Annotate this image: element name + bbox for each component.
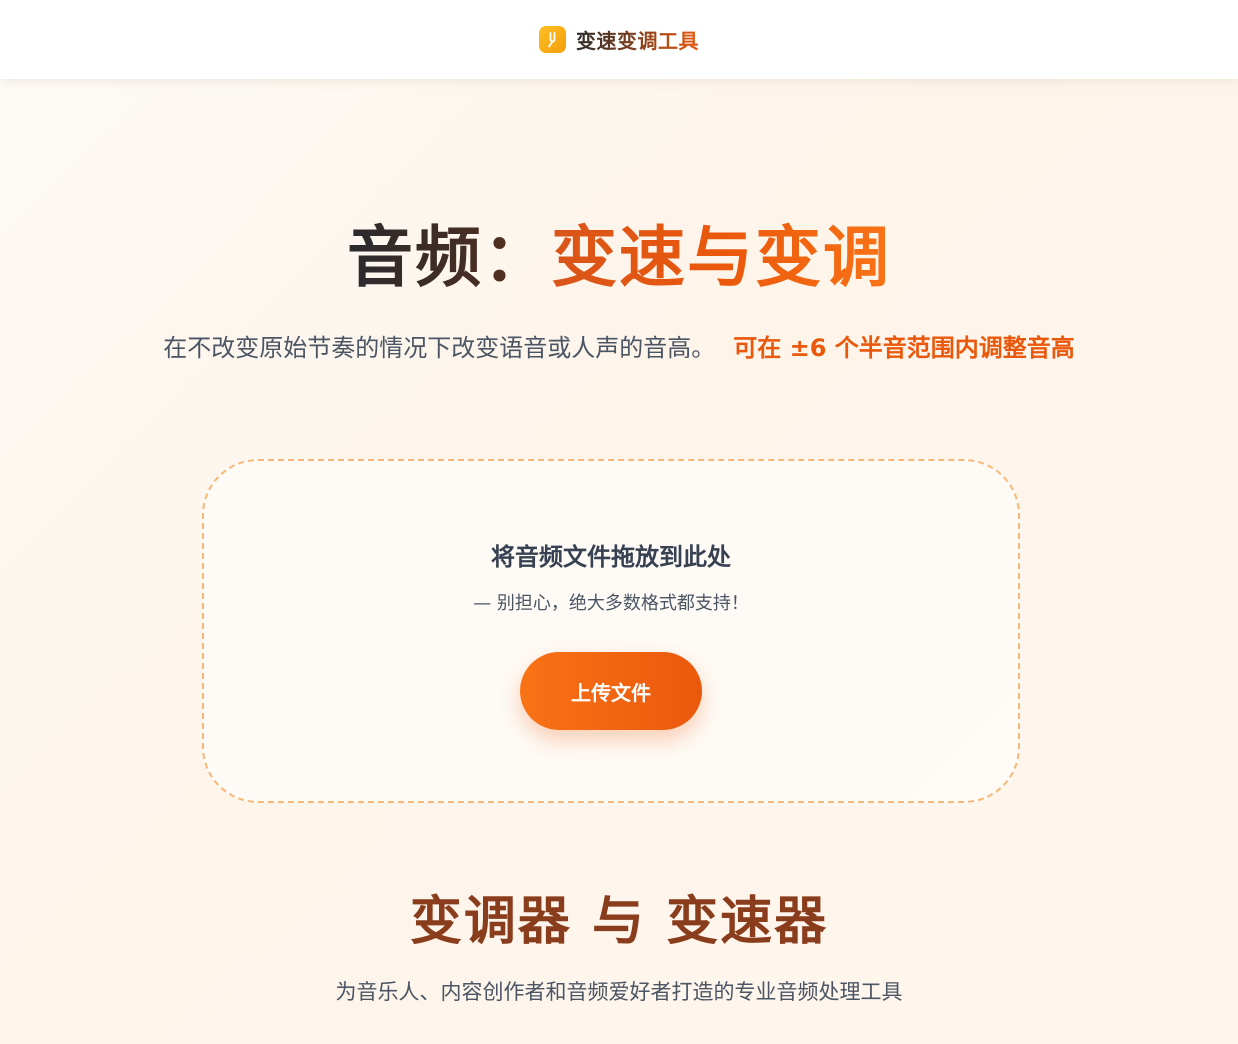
tuning-fork-icon: [539, 26, 566, 53]
hero-highlight: 可在 ±6 个半音范围内调整音高: [733, 334, 1075, 362]
dropzone-subtitle: — 别担心，绝大多数格式都支持！: [473, 593, 749, 614]
hero-subtitle: 在不改变原始节奏的情况下改变语音或人声的音高。 可在 ±6 个半音范围内调整音高: [0, 330, 1238, 366]
upload-file-button[interactable]: 上传文件: [520, 652, 702, 730]
file-dropzone[interactable]: 将音频文件拖放到此处 — 别担心，绝大多数格式都支持！ 上传文件: [202, 459, 1020, 803]
section-title: 变调器 与 变速器: [409, 892, 829, 952]
hero-title: 音频：变速与变调: [0, 212, 1238, 304]
hero-subtitle-text: 在不改变原始节奏的情况下改变语音或人声的音高。: [163, 334, 716, 362]
top-header: 变速变调工具: [0, 0, 1238, 79]
brand-title[interactable]: 变速变调工具: [576, 25, 699, 54]
hero-title-part2: 变速与变调: [551, 219, 891, 296]
dropzone-title: 将音频文件拖放到此处: [491, 543, 731, 571]
hero-title-part1: 音频：: [347, 219, 551, 296]
section-subtitle: 为音乐人、内容创作者和音频爱好者打造的专业音频处理工具: [335, 980, 903, 1004]
